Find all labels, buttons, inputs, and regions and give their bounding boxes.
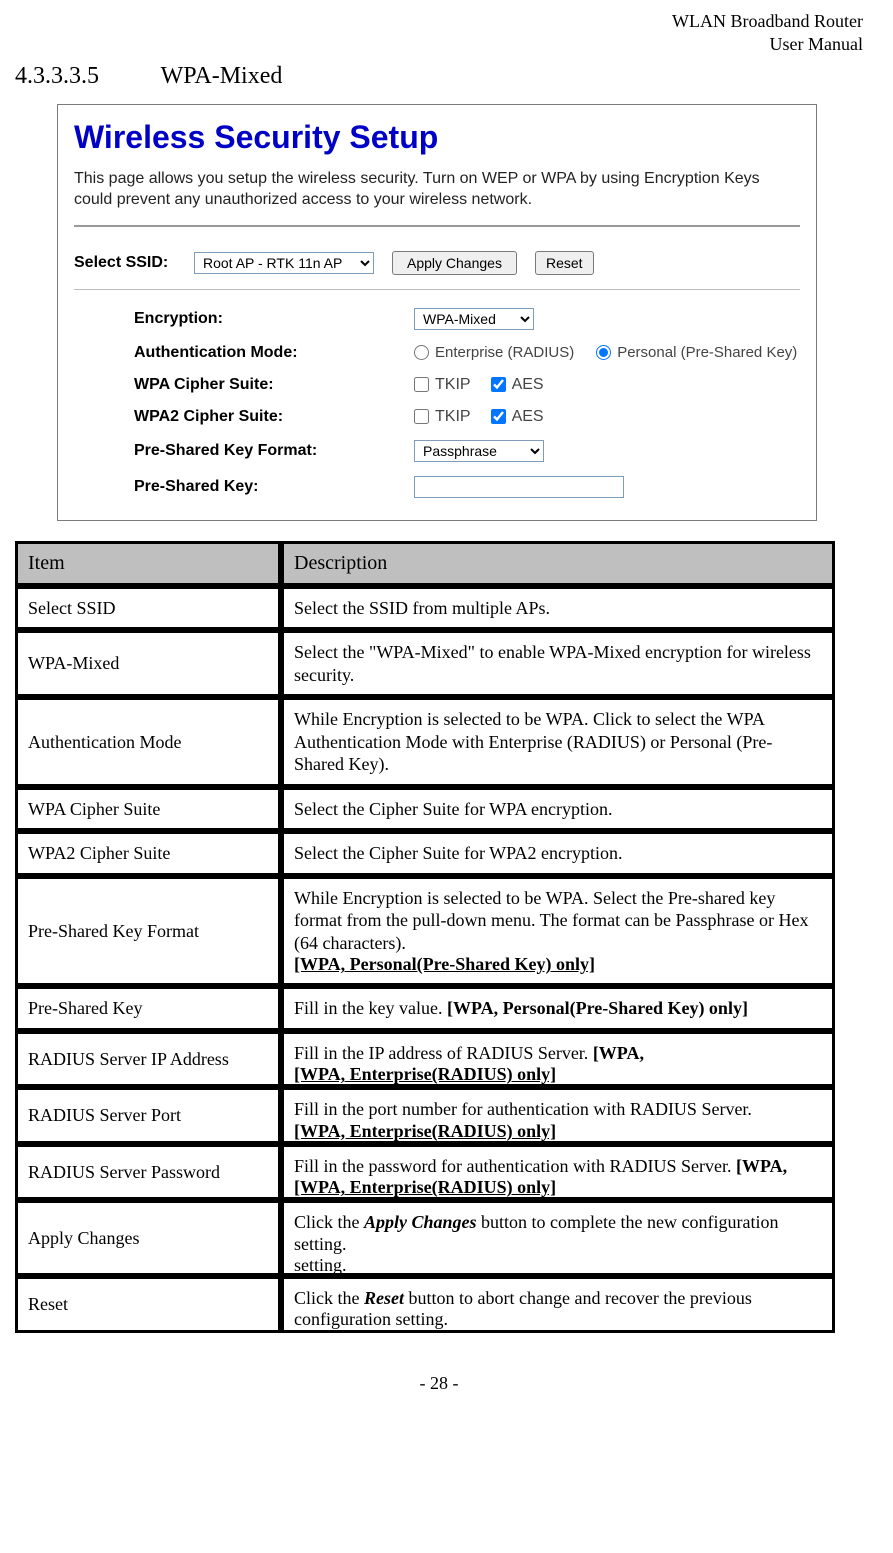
- label-psk-format: Pre-Shared Key Format:: [74, 442, 414, 460]
- checkbox-wpa-aes-text: AES: [512, 376, 544, 394]
- doc-header: WLAN Broadband Router User Manual: [15, 10, 863, 57]
- checkbox-wpa2-aes-text: AES: [512, 408, 544, 426]
- checkbox-wpa-aes-label[interactable]: AES: [491, 376, 544, 394]
- radio-personal-label[interactable]: Personal (Pre-Shared Key): [596, 344, 797, 361]
- description-table: Item Description Select SSID Select the …: [15, 541, 835, 1334]
- checkbox-wpa-tkip[interactable]: [414, 377, 429, 392]
- page-number: - 28 -: [15, 1373, 863, 1394]
- table-row: WPA Cipher Suite Select the Cipher Suite…: [15, 787, 835, 832]
- apply-changes-button[interactable]: Apply Changes: [392, 251, 517, 275]
- desc-cell: Fill in the key value. [WPA, Personal(Pr…: [281, 986, 835, 1031]
- section-heading: 4.3.3.3.5 WPA-Mixed: [15, 63, 863, 90]
- desc-cell: Fill in the IP address of RADIUS Server.…: [281, 1031, 835, 1088]
- checkbox-wpa-tkip-text: TKIP: [435, 376, 471, 394]
- doc-header-line1: WLAN Broadband Router: [672, 11, 863, 31]
- table-row: RADIUS Server Password Fill in the passw…: [15, 1144, 835, 1201]
- radio-personal-text: Personal (Pre-Shared Key): [617, 344, 797, 361]
- wireless-security-screenshot: Wireless Security Setup This page allows…: [57, 104, 817, 521]
- label-wpa2-cipher: WPA2 Cipher Suite:: [74, 408, 414, 426]
- radio-enterprise-text: Enterprise (RADIUS): [435, 344, 574, 361]
- item-cell: RADIUS Server Password: [15, 1144, 281, 1201]
- radio-personal[interactable]: [596, 345, 611, 360]
- note-text: [WPA, Enterprise(RADIUS) only]: [294, 1064, 822, 1084]
- label-auth-mode: Authentication Mode:: [74, 344, 414, 362]
- encryption-dropdown[interactable]: WPA-Mixed: [414, 308, 534, 330]
- desc-cell: Select the SSID from multiple APs.: [281, 586, 835, 631]
- label-wpa-cipher: WPA Cipher Suite:: [74, 376, 414, 394]
- table-row: Pre-Shared Key Fill in the key value. [W…: [15, 986, 835, 1031]
- table-row: RADIUS Server IP Address Fill in the IP …: [15, 1031, 835, 1088]
- table-row: WPA2 Cipher Suite Select the Cipher Suit…: [15, 831, 835, 876]
- table-row: Pre-Shared Key Format While Encryption i…: [15, 876, 835, 987]
- checkbox-wpa2-tkip[interactable]: [414, 409, 429, 424]
- radio-enterprise[interactable]: [414, 345, 429, 360]
- table-row: RADIUS Server Port Fill in the port numb…: [15, 1087, 835, 1144]
- item-cell: WPA2 Cipher Suite: [15, 831, 281, 876]
- item-cell: Reset: [15, 1276, 281, 1334]
- item-cell: Pre-Shared Key Format: [15, 876, 281, 987]
- note-text: [WPA, Personal(Pre-Shared Key) only]: [294, 954, 595, 974]
- label-select-ssid: Select SSID:: [74, 254, 194, 272]
- page-title: Wireless Security Setup: [74, 119, 800, 156]
- header-description: Description: [281, 541, 835, 586]
- item-cell: WPA-Mixed: [15, 630, 281, 697]
- desc-cell: Click the Apply Changes button to comple…: [281, 1200, 835, 1276]
- label-encryption: Encryption:: [74, 310, 414, 328]
- table-row: Authentication Mode While Encryption is …: [15, 697, 835, 787]
- item-cell: RADIUS Server Port: [15, 1087, 281, 1144]
- table-row: WPA-Mixed Select the "WPA-Mixed" to enab…: [15, 630, 835, 697]
- item-cell: RADIUS Server IP Address: [15, 1031, 281, 1088]
- desc-cell: Select the Cipher Suite for WPA encrypti…: [281, 787, 835, 832]
- desc-cell: Click the Reset button to abort change a…: [281, 1276, 835, 1334]
- item-cell: Apply Changes: [15, 1200, 281, 1276]
- desc-cell: Select the "WPA-Mixed" to enable WPA-Mix…: [281, 630, 835, 697]
- doc-header-line2: User Manual: [770, 34, 863, 54]
- desc-cell: While Encryption is selected to be WPA. …: [281, 697, 835, 787]
- item-cell: Pre-Shared Key: [15, 986, 281, 1031]
- desc-cell: Fill in the port number for authenticati…: [281, 1087, 835, 1144]
- table-row: Reset Click the Reset button to abort ch…: [15, 1276, 835, 1334]
- item-cell: Authentication Mode: [15, 697, 281, 787]
- checkbox-wpa2-tkip-text: TKIP: [435, 408, 471, 426]
- note-text: [WPA, Enterprise(RADIUS) only]: [294, 1177, 822, 1197]
- checkbox-wpa-tkip-label[interactable]: TKIP: [414, 376, 471, 394]
- desc-cell: Fill in the password for authentication …: [281, 1144, 835, 1201]
- sub-divider: [74, 289, 800, 290]
- section-number: 4.3.3.3.5: [15, 63, 155, 90]
- item-cell: Select SSID: [15, 586, 281, 631]
- note-text: [WPA, Enterprise(RADIUS) only]: [294, 1121, 822, 1141]
- desc-cell: While Encryption is selected to be WPA. …: [281, 876, 835, 987]
- select-ssid-dropdown[interactable]: Root AP - RTK 11n AP: [194, 252, 374, 274]
- desc-cell: Select the Cipher Suite for WPA2 encrypt…: [281, 831, 835, 876]
- label-psk: Pre-Shared Key:: [74, 478, 414, 496]
- checkbox-wpa2-tkip-label[interactable]: TKIP: [414, 408, 471, 426]
- page-description: This page allows you setup the wireless …: [74, 168, 800, 211]
- checkbox-wpa2-aes[interactable]: [491, 409, 506, 424]
- radio-enterprise-label[interactable]: Enterprise (RADIUS): [414, 344, 574, 361]
- checkbox-wpa2-aes-label[interactable]: AES: [491, 408, 544, 426]
- section-title: WPA-Mixed: [161, 63, 283, 89]
- reset-button[interactable]: Reset: [535, 251, 594, 275]
- divider: [74, 225, 800, 227]
- table-row: Select SSID Select the SSID from multipl…: [15, 586, 835, 631]
- table-row: Apply Changes Click the Apply Changes bu…: [15, 1200, 835, 1276]
- note-text: [WPA, Personal(Pre-Shared Key) only]: [447, 998, 748, 1018]
- psk-format-dropdown[interactable]: Passphrase: [414, 440, 544, 462]
- header-item: Item: [15, 541, 281, 586]
- table-header-row: Item Description: [15, 541, 835, 586]
- psk-input[interactable]: [414, 476, 624, 498]
- item-cell: WPA Cipher Suite: [15, 787, 281, 832]
- checkbox-wpa-aes[interactable]: [491, 377, 506, 392]
